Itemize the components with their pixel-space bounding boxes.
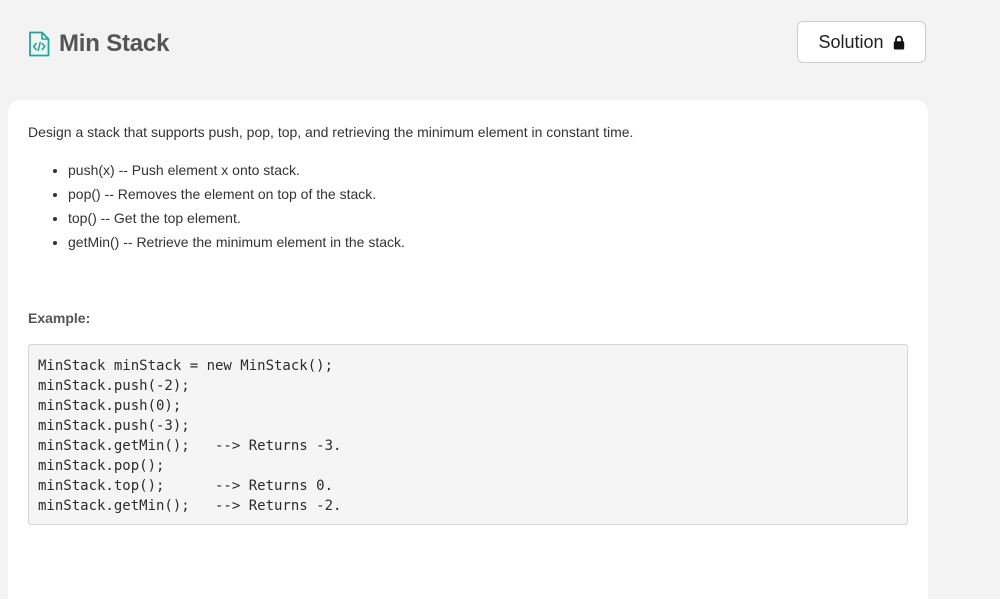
problem-header: Min Stack	[28, 28, 169, 60]
code-line: minStack.getMin(); --> Returns -3.	[38, 438, 342, 454]
lock-icon	[893, 35, 905, 50]
description-card: Design a stack that supports push, pop, …	[8, 100, 928, 599]
code-line: minStack.push(-2);	[38, 378, 190, 394]
operation-item-top: top() -- Get the top element.	[68, 208, 405, 232]
code-line: MinStack minStack = new MinStack();	[38, 358, 334, 374]
operation-item-push: push(x) -- Push element x onto stack.	[68, 160, 405, 184]
operation-item-pop: pop() -- Removes the element on top of t…	[68, 184, 405, 208]
code-line: minStack.top(); --> Returns 0.	[38, 478, 334, 494]
code-line: minStack.push(0);	[38, 398, 182, 414]
operations-list: push(x) -- Push element x onto stack. po…	[48, 160, 405, 256]
example-code-block: MinStack minStack = new MinStack(); minSt…	[28, 344, 908, 525]
code-line: minStack.pop();	[38, 458, 165, 474]
problem-page: Min Stack Solution Design a stack that s…	[0, 0, 1000, 599]
solution-button[interactable]: Solution	[797, 21, 926, 63]
solution-button-label: Solution	[818, 31, 884, 52]
file-code-icon	[28, 31, 50, 57]
code-line: minStack.getMin(); --> Returns -2.	[38, 498, 342, 514]
operation-item-getmin: getMin() -- Retrieve the minimum element…	[68, 232, 405, 256]
code-line: minStack.push(-3);	[38, 418, 190, 434]
page-title: Min Stack	[59, 30, 170, 57]
problem-intro: Design a stack that supports push, pop, …	[28, 124, 634, 140]
example-label: Example:	[28, 310, 91, 326]
